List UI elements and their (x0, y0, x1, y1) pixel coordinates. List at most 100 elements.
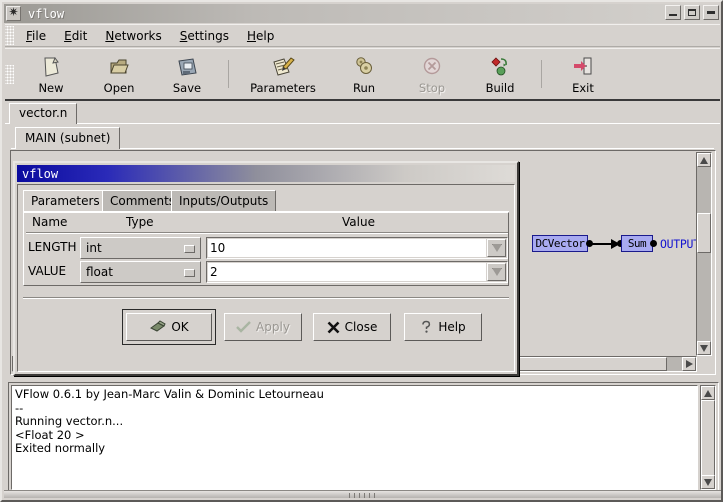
minimize-button[interactable] (665, 5, 681, 20)
menu-file[interactable]: File (17, 27, 55, 45)
dialog-tab-inputs-outputs[interactable]: Inputs/Outputs (171, 190, 277, 211)
file-tabstrip: vector.n (5, 102, 720, 124)
dialog-titlebar[interactable]: vflow (17, 165, 515, 182)
param-type-value-value: float (86, 265, 113, 279)
canvas-vertical-scrollbar[interactable] (696, 152, 712, 356)
parameters-dialog: vflow Parameters Comments Inputs/Outputs… (13, 161, 519, 376)
chevron-down-outline-icon (491, 268, 502, 276)
toolbar-button-parameters[interactable]: Parameters (236, 50, 330, 99)
log-line: <Float 20 > (15, 427, 85, 442)
chevron-down-icon (700, 344, 708, 352)
subnet-tab-main[interactable]: MAIN (subnet) (15, 127, 121, 149)
toolbar-separator-1 (228, 60, 229, 88)
maximize-button[interactable] (684, 5, 700, 20)
toolbar-button-build[interactable]: Build (466, 50, 534, 99)
toolbar-label-parameters: Parameters (250, 80, 316, 95)
node-dcvector[interactable]: DCVector (532, 235, 588, 252)
dialog-separator (23, 297, 509, 299)
log-scroll-down-button[interactable] (701, 475, 715, 489)
dialog-title: vflow (22, 166, 59, 181)
floppy-disk-icon (175, 54, 199, 80)
close-button-label: Close (344, 320, 378, 334)
window-titlebar: vflow (4, 4, 721, 23)
toolbar: New Open Save Parameters Run Stop Build … (5, 48, 720, 101)
menubar: File Edit Networks Settings Help (5, 24, 720, 47)
table-row: VALUE float (26, 260, 508, 284)
log-output-text[interactable]: VFlow 0.6.1 by Jean-Marc Valin & Dominic… (11, 385, 698, 490)
toolbar-button-new[interactable]: New (17, 50, 85, 99)
close-button-dialog[interactable]: Close (313, 313, 391, 341)
column-header-name: Name (32, 215, 68, 229)
param-name-length: LENGTH (28, 240, 77, 254)
toolbar-label-open: Open (103, 80, 135, 95)
param-value-field-length[interactable] (206, 237, 508, 259)
parameters-pencil-icon (270, 54, 296, 80)
menubar-drag-grip[interactable] (5, 26, 14, 45)
toolbar-label-save: Save (172, 80, 202, 95)
toolbar-button-stop: Stop (398, 50, 466, 99)
toolbar-label-exit: Exit (572, 80, 594, 95)
menu-networks[interactable]: Networks (96, 27, 170, 45)
menu-networks-rest: etworks (114, 28, 162, 43)
dialog-body: Parameters Comments Inputs/Outputs Name … (17, 184, 515, 372)
window-resize-grip[interactable] (4, 490, 721, 498)
help-button-label: Help (438, 320, 466, 334)
help-button[interactable]: Help (404, 313, 482, 341)
param-value-dropdown-button-value[interactable] (487, 263, 506, 281)
log-line: VFlow 0.6.1 by Jean-Marc Valin & Dominic… (15, 387, 324, 401)
stop-circle-icon (420, 54, 444, 80)
apply-button: Apply (224, 313, 302, 341)
menu-edit[interactable]: Edit (55, 27, 96, 45)
combo-dropdown-icon[interactable] (184, 269, 195, 277)
window-title: vflow (28, 6, 65, 21)
close-x-icon (327, 321, 340, 334)
param-value-input-length[interactable] (208, 239, 486, 257)
menu-settings[interactable]: Settings (171, 27, 238, 45)
toolbar-label-build: Build (485, 80, 515, 95)
run-gears-icon (352, 54, 376, 80)
param-name-value: VALUE (28, 264, 67, 278)
param-value-dropdown-button-length[interactable] (487, 239, 506, 257)
toolbar-label-run: Run (352, 80, 376, 95)
column-header-value: Value (342, 215, 375, 229)
log-vertical-scrollbar[interactable] (700, 385, 716, 490)
canvas-scroll-right-button[interactable] (682, 357, 696, 371)
canvas-scroll-up-button[interactable] (697, 153, 711, 167)
file-tabstrip-line (5, 123, 720, 124)
chevron-up-icon (700, 156, 708, 164)
toolbar-label-new: New (38, 80, 64, 95)
help-question-icon (420, 320, 433, 334)
toolbar-drag-grip[interactable] (5, 64, 14, 84)
log-scroll-up-button[interactable] (701, 386, 715, 400)
dialog-content: Parameters Comments Inputs/Outputs Name … (23, 190, 509, 366)
canvas-vertical-scroll-thumb[interactable] (697, 213, 711, 253)
canvas-output-label: OUTPUT (660, 237, 697, 251)
node-sum-output-port[interactable] (650, 240, 657, 247)
file-tab-vector-n[interactable]: vector.n (9, 103, 78, 124)
node-sum[interactable]: Sum (621, 235, 653, 252)
log-vertical-scroll-thumb[interactable] (701, 400, 715, 477)
dialog-tabstrip: Parameters Comments Inputs/Outputs (23, 190, 509, 212)
param-type-combo-value[interactable]: float (80, 261, 201, 283)
menu-help[interactable]: Help (238, 27, 283, 45)
app-icon[interactable] (6, 5, 21, 21)
combo-dropdown-icon[interactable] (184, 245, 195, 253)
toolbar-button-exit[interactable]: Exit (549, 50, 617, 99)
param-type-combo-length[interactable]: int (80, 237, 201, 259)
menu-help-rest: elp (255, 28, 275, 43)
parameter-grid: Name Type Value LENGTH int 10 VALUE floa… (23, 212, 509, 286)
ok-button[interactable]: OK (122, 309, 216, 345)
build-shapes-icon (488, 54, 512, 80)
resize-grip-dots-icon (348, 493, 377, 498)
canvas-scroll-down-button[interactable] (697, 341, 711, 355)
window-controls (665, 5, 719, 20)
close-button[interactable] (703, 5, 719, 20)
toolbar-button-open[interactable]: Open (85, 50, 153, 99)
toolbar-button-run[interactable]: Run (330, 50, 398, 99)
log-line: -- (15, 400, 24, 415)
dialog-tab-parameters[interactable]: Parameters (23, 190, 108, 211)
param-value-field-value[interactable] (206, 261, 508, 283)
toolbar-button-save[interactable]: Save (153, 50, 221, 99)
menu-file-rest: ile (32, 28, 47, 43)
param-value-input-value[interactable] (208, 263, 486, 281)
